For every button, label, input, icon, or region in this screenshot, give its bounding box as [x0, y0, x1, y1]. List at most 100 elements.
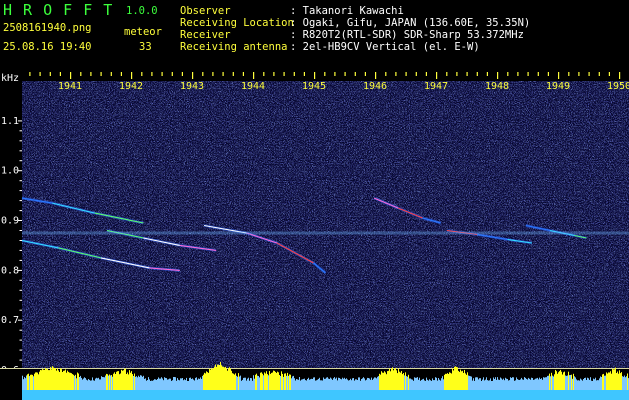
info-value-observer: : Takanori Kawachi	[290, 5, 404, 17]
minute-tick	[507, 72, 509, 76]
y-minor-tick	[19, 359, 22, 361]
y-minor-tick	[19, 279, 22, 281]
minute-tick	[486, 72, 488, 76]
info-label-antenna: Receiving antenna	[180, 41, 288, 53]
minute-tick	[303, 72, 305, 76]
minute-tick	[446, 72, 448, 76]
filename: 2508161940.png	[3, 22, 92, 34]
info-value-antenna: : 2el-HB9CV Vertical (el. E-W)	[290, 41, 480, 53]
minute-tick	[49, 72, 51, 76]
y-minor-tick	[19, 130, 22, 132]
info-label-receiver: Receiver	[180, 29, 231, 41]
minute-label: 1949	[546, 81, 570, 92]
minute-tick	[547, 72, 549, 76]
minute-tick	[608, 72, 610, 76]
minute-tick	[120, 72, 122, 76]
minute-tick	[497, 72, 499, 79]
y-minor-tick	[19, 289, 22, 291]
meteor-label: meteor	[124, 26, 162, 38]
minute-tick	[151, 72, 153, 76]
minute-tick	[29, 72, 31, 76]
minute-tick	[619, 72, 621, 79]
minute-label: 1942	[119, 81, 143, 92]
minute-tick	[232, 72, 234, 76]
minute-tick	[588, 72, 590, 76]
y-minor-tick	[19, 190, 22, 192]
minute-label: 1943	[180, 81, 204, 92]
minute-tick	[405, 72, 407, 76]
minute-tick	[161, 72, 163, 76]
minute-tick	[324, 72, 326, 76]
minute-tick	[80, 72, 82, 76]
y-tick-label: 1.1	[1, 116, 19, 127]
y-minor-tick	[19, 339, 22, 341]
y-tick	[18, 220, 22, 221]
info-value-location: : Ogaki, Gifu, JAPAN (136.60E, 35.35N)	[290, 17, 531, 29]
minute-label: 1944	[241, 81, 265, 92]
minute-tick	[558, 72, 560, 79]
minute-tick	[517, 72, 519, 76]
spectrogram-chart: 1941 1942 1943 1944 1945 1946 1947 1948 1949 1950…	[0, 72, 629, 400]
minute-tick	[375, 72, 377, 79]
y-tick	[18, 170, 22, 172]
minute-tick	[273, 72, 275, 76]
datetime: 25.08.16 19:40	[3, 41, 92, 53]
minute-tick	[385, 72, 387, 76]
carrier-line	[22, 231, 629, 235]
y-minor-tick	[19, 210, 22, 212]
minute-tick	[131, 72, 133, 79]
y-minor-tick	[19, 180, 22, 182]
y-tick	[18, 269, 22, 271]
minute-tick	[59, 72, 61, 76]
info-value-receiver: : R820T2(RTL-SDR) SDR-Sharp 53.372MHz	[290, 29, 524, 41]
minute-tick	[212, 72, 214, 76]
minute-tick	[476, 72, 478, 76]
y-tick	[18, 319, 22, 321]
y-tick	[18, 120, 22, 122]
minute-tick	[100, 72, 102, 76]
minute-tick	[171, 72, 173, 76]
minute-label: 1945	[302, 81, 326, 92]
y-minor-tick	[19, 240, 22, 241]
minute-tick-bar	[0, 72, 629, 81]
minute-tick	[141, 72, 143, 76]
y-minor-tick	[19, 160, 22, 162]
minute-tick	[344, 72, 346, 76]
minute-tick	[293, 72, 295, 76]
y-minor-tick	[19, 150, 22, 152]
y-tick-label: 0.7	[1, 315, 19, 326]
y-minor-tick	[19, 309, 22, 311]
minute-tick	[202, 72, 204, 76]
minute-label: 1946	[363, 81, 387, 92]
y-minor-tick	[19, 299, 22, 301]
y-minor-tick	[19, 140, 22, 142]
y-minor-tick	[19, 230, 22, 231]
minute-tick	[568, 72, 570, 76]
minute-tick	[425, 72, 427, 76]
y-minor-tick	[19, 249, 22, 251]
minute-tick	[253, 72, 255, 79]
minute-tick	[192, 72, 194, 79]
frequency-axis: kHz 1.11.00.90.80.70.6	[1, 73, 22, 376]
minute-tick	[334, 72, 336, 76]
app-version: 1.0.0	[126, 5, 158, 17]
y-tick-label: 0.9	[1, 216, 19, 227]
minute-tick	[395, 72, 397, 76]
minute-tick	[578, 72, 580, 76]
minute-tick	[527, 72, 529, 76]
minute-label: 1948	[485, 81, 509, 92]
level-baseline	[22, 390, 629, 400]
meteor-count: 33	[139, 41, 152, 53]
minute-tick	[70, 72, 72, 79]
y-unit-label: kHz	[1, 73, 19, 84]
y-tick-label: 0.8	[1, 265, 19, 276]
noise-speckles	[22, 81, 629, 370]
header-panel: H R O F F T 1.0.0 2508161940.png 25.08.1…	[0, 0, 629, 72]
minute-tick	[415, 72, 417, 76]
minute-tick	[181, 72, 183, 76]
minute-tick	[537, 72, 539, 76]
minute-label: 1950	[607, 81, 629, 92]
y-tick-label: 1.0	[1, 166, 19, 177]
minute-tick	[354, 72, 356, 76]
y-minor-tick	[19, 200, 22, 202]
